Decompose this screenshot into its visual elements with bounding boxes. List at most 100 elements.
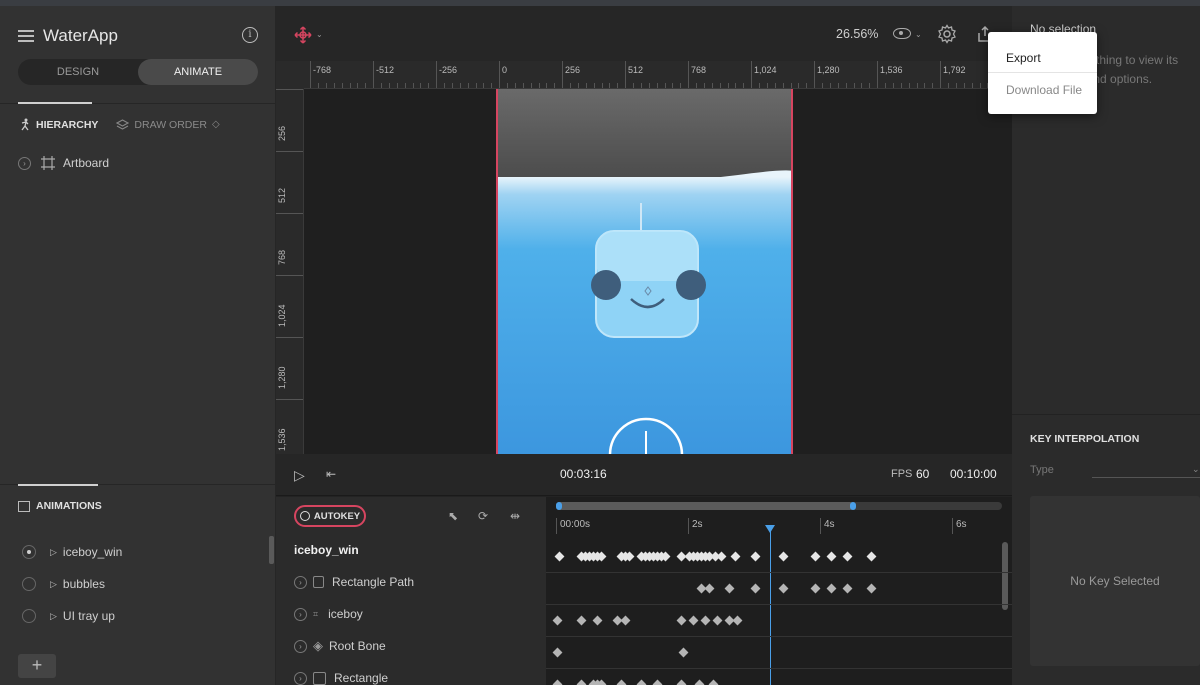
keyframe[interactable] bbox=[552, 679, 563, 685]
keyframe[interactable] bbox=[778, 583, 789, 594]
current-time[interactable]: 00:03:16 bbox=[560, 467, 607, 481]
keyframe[interactable] bbox=[620, 615, 631, 626]
keyframe[interactable] bbox=[552, 647, 563, 658]
keyframe[interactable] bbox=[704, 583, 715, 594]
hierarchy-item-artboard[interactable]: › Artboard bbox=[18, 156, 109, 170]
fit-width-icon[interactable]: ⇹ bbox=[510, 509, 520, 523]
type-select[interactable] bbox=[1092, 477, 1200, 478]
expand-chevron-icon[interactable]: › bbox=[18, 156, 31, 170]
keyframe[interactable] bbox=[750, 583, 761, 594]
animation-radio[interactable] bbox=[22, 609, 36, 623]
autokey-button[interactable]: AUTOKEY bbox=[294, 505, 366, 527]
skip-to-start-button[interactable]: ⇤ bbox=[326, 467, 336, 481]
keyframe[interactable] bbox=[724, 583, 735, 594]
animate-mode-button[interactable]: ANIMATE bbox=[138, 59, 258, 85]
keyframe[interactable] bbox=[694, 679, 705, 685]
chevron-down-icon[interactable]: ⌄ bbox=[316, 30, 323, 39]
keyframe[interactable] bbox=[842, 583, 853, 594]
expand-chevron-icon[interactable]: › bbox=[294, 639, 307, 653]
node-icon: ⌗ bbox=[313, 608, 319, 619]
keyframe[interactable] bbox=[688, 615, 699, 626]
keyframe[interactable] bbox=[676, 615, 687, 626]
tab-hierarchy-label: HIERARCHY bbox=[36, 118, 99, 131]
menu-icon[interactable] bbox=[18, 30, 34, 42]
ruler-minor-tick bbox=[727, 83, 729, 88]
keyframe[interactable] bbox=[576, 679, 587, 685]
keyframe[interactable] bbox=[750, 551, 761, 562]
keyframe[interactable] bbox=[636, 679, 647, 685]
timeline-row-iceboy-win[interactable]: iceboy_win bbox=[294, 534, 359, 566]
keyframe[interactable] bbox=[652, 679, 663, 685]
animation-item-iceboy-win[interactable]: ▷ iceboy_win bbox=[22, 536, 122, 568]
keyframe[interactable] bbox=[730, 551, 741, 562]
play-button[interactable]: ▷ bbox=[294, 467, 305, 484]
range-end-handle[interactable] bbox=[850, 502, 856, 510]
animation-radio[interactable] bbox=[22, 545, 36, 559]
keyframe[interactable] bbox=[576, 615, 587, 626]
expand-chevron-icon[interactable]: › bbox=[294, 671, 307, 685]
range-start-handle[interactable] bbox=[556, 502, 562, 510]
tab-hierarchy[interactable]: HIERARCHY bbox=[18, 118, 98, 131]
key-interpolation-title: KEY INTERPOLATION bbox=[1030, 433, 1140, 445]
ruler-minor-tick bbox=[664, 83, 666, 88]
export-menu-item[interactable]: Export bbox=[1006, 51, 1041, 65]
chevron-down-icon[interactable]: ⌄ bbox=[1192, 464, 1200, 475]
tab-draw-order[interactable]: DRAW ORDER ◇ bbox=[116, 119, 220, 131]
hierarchy-tab-underline bbox=[18, 102, 92, 104]
keyframe[interactable] bbox=[678, 647, 689, 658]
animation-radio[interactable] bbox=[22, 577, 36, 591]
info-icon[interactable]: i bbox=[242, 27, 258, 43]
work-area-range[interactable] bbox=[556, 502, 1002, 510]
keyframe[interactable] bbox=[716, 551, 727, 562]
fps-value[interactable]: 60 bbox=[916, 467, 929, 481]
move-tool-icon[interactable] bbox=[294, 26, 312, 44]
zoom-level[interactable]: 26.56% bbox=[836, 27, 878, 41]
download-file-menu-item[interactable]: Download File bbox=[1006, 83, 1082, 97]
timeline-row-root-bone[interactable]: › ◈ Root Bone bbox=[294, 630, 386, 662]
vertical-ruler: 256 512 768 1,024 1,280 1,536 bbox=[276, 89, 304, 454]
keyframe[interactable] bbox=[552, 615, 563, 626]
artboard-frame[interactable] bbox=[496, 89, 793, 454]
keyframe[interactable] bbox=[708, 679, 719, 685]
duration[interactable]: 00:10:00 bbox=[950, 467, 997, 481]
keyframe[interactable] bbox=[778, 551, 789, 562]
timer-dial bbox=[608, 417, 684, 454]
timeline-row-rectangle-path[interactable]: › Rectangle Path bbox=[294, 566, 414, 598]
canvas-stage[interactable] bbox=[304, 89, 1012, 454]
eye-icon[interactable] bbox=[893, 28, 911, 39]
keyframe[interactable] bbox=[700, 615, 711, 626]
keyframe[interactable] bbox=[616, 679, 627, 685]
animation-item-bubbles[interactable]: ▷ bubbles bbox=[22, 568, 122, 600]
keyframe[interactable] bbox=[592, 615, 603, 626]
ruler-minor-tick bbox=[428, 83, 430, 88]
keyframe[interactable] bbox=[866, 583, 877, 594]
cursor-tool-icon[interactable]: ⬉ bbox=[448, 509, 458, 523]
keyframe[interactable] bbox=[826, 583, 837, 594]
timeline-keyframes[interactable]: 00:00s 2s 4s 6s bbox=[546, 497, 1012, 685]
horizontal-ruler: -768 -512 -256 0 256 512 768 1,024 1,280 1,536 1,7… bbox=[304, 61, 1012, 89]
ruler-minor-tick bbox=[845, 83, 847, 88]
loop-icon[interactable]: ⟳ bbox=[478, 509, 488, 523]
keyframe[interactable] bbox=[866, 551, 877, 562]
keyframe[interactable] bbox=[554, 551, 565, 562]
iceboy-character[interactable] bbox=[586, 199, 711, 339]
chevron-down-icon[interactable]: ⌄ bbox=[915, 30, 922, 39]
gear-icon[interactable] bbox=[937, 24, 957, 44]
keyframe[interactable] bbox=[676, 679, 687, 685]
timeline-row-rectangle[interactable]: › Rectangle bbox=[294, 662, 388, 685]
design-mode-button[interactable]: DESIGN bbox=[18, 59, 138, 85]
timeline-row-iceboy[interactable]: › ⌗ iceboy bbox=[294, 598, 363, 630]
keyframe[interactable] bbox=[712, 615, 723, 626]
keyframe-row bbox=[546, 605, 1012, 637]
animation-item-ui-tray-up[interactable]: ▷ UI tray up bbox=[22, 600, 122, 632]
ruler-minor-tick bbox=[506, 83, 508, 88]
keyframe[interactable] bbox=[842, 551, 853, 562]
expand-chevron-icon[interactable]: › bbox=[294, 607, 307, 621]
keyframe[interactable] bbox=[732, 615, 743, 626]
keyframe[interactable] bbox=[810, 551, 821, 562]
keyframe[interactable] bbox=[826, 551, 837, 562]
keyframe[interactable] bbox=[810, 583, 821, 594]
expand-chevron-icon[interactable]: › bbox=[294, 575, 307, 589]
animations-scrollbar[interactable] bbox=[269, 536, 274, 564]
add-animation-button[interactable]: + bbox=[18, 654, 56, 678]
